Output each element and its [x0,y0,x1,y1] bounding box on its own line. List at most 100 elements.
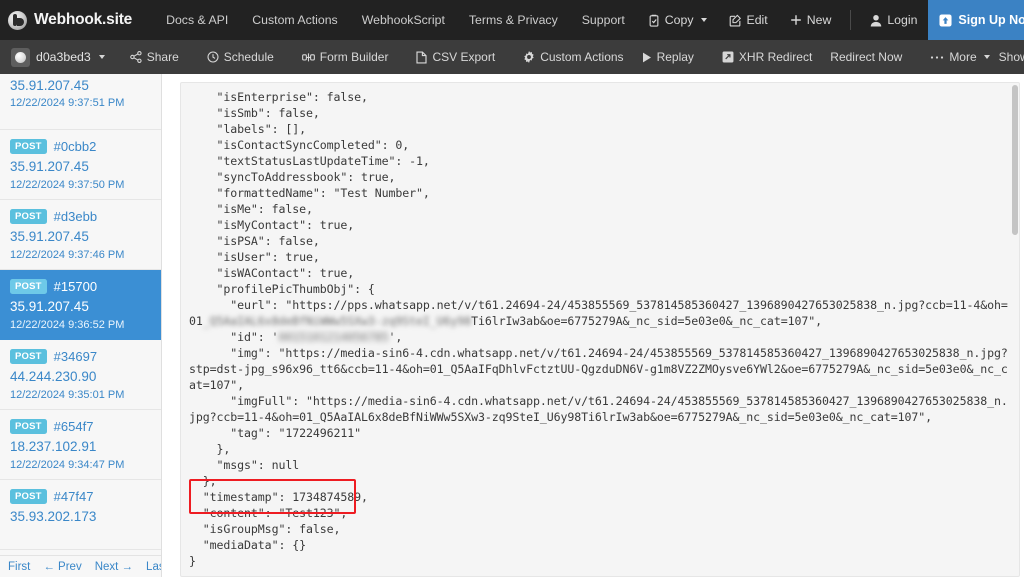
token-selector[interactable]: d0a3bed3 [8,45,111,70]
request-date: 12/22/2024 9:36:52 PM [10,318,125,331]
chevron-down-icon [700,18,707,22]
toolbar-share[interactable]: Share [121,45,188,69]
list-item[interactable]: POST #0cbb2 35.91.207.45 12/22/2024 9:37… [0,130,161,200]
request-content-panel: "isEnterprise": false, "isSmb": false, "… [162,74,1024,577]
upload-box-icon [939,13,952,27]
list-item[interactable]: POST #d3ebb 35.91.207.45 12/22/2024 9:37… [0,200,161,270]
request-id: #34697 [53,349,98,365]
show-in-button[interactable]: Show In [999,50,1024,64]
nav-link-webhookscript[interactable]: WebhookScript [350,7,457,33]
request-ip: 35.91.207.45 [10,159,89,175]
request-header: POST #47f47 [10,489,151,505]
request-header: POST #d3ebb [10,209,151,225]
toolbar-replay[interactable]: Replay [633,45,703,69]
top-navigation-bar: Webhook.site Docs & API Custom Actions W… [0,0,1024,40]
toolbar-csv-export-label: CSV Export [432,50,496,64]
toolbar-more[interactable]: More [921,45,998,69]
toolbar-custom-actions[interactable]: Custom Actions [514,45,632,69]
request-id: #0cbb2 [53,139,97,155]
list-item[interactable]: POST #34697 44.244.230.90 12/22/2024 9:3… [0,340,161,410]
nav-link-docs-api[interactable]: Docs & API [154,7,240,33]
clipboard-check-icon [648,14,660,27]
login-label: Login [887,13,918,27]
json-part-3: ', "img": "https://media-sin6-4.cdn.what… [189,330,1008,568]
request-id: #47f47 [53,489,94,505]
request-date: 12/22/2024 9:37:51 PM [10,97,125,110]
pagination-prev[interactable]: ← Prev [43,561,81,573]
edit-label: Edit [746,13,768,27]
ellipsis-icon [930,55,944,60]
toolbar-form-builder[interactable]: Form Builder [293,45,398,69]
token-label: d0a3bed3 [36,50,91,64]
edit-button[interactable]: Edit [718,7,779,33]
list-item[interactable]: POST #654f7 18.237.102.91 12/22/2024 9:3… [0,410,161,480]
toolbar-csv-export[interactable]: CSV Export [407,45,504,69]
toolbar-xhr-redirect[interactable]: XHR Redirect [713,45,821,69]
request-date: 12/22/2024 9:35:01 PM [10,388,125,401]
webhook-logo-icon [8,10,27,30]
toolbar-schedule-label: Schedule [223,50,274,64]
scrollbar-thumb[interactable] [1012,85,1018,235]
toolbar-form-builder-label: Form Builder [319,50,389,64]
request-date: 12/22/2024 9:37:50 PM [10,178,125,191]
gear-icon [523,51,535,63]
login-button[interactable]: Login [859,7,928,33]
vertical-scrollbar[interactable] [1011,83,1019,576]
nav-link-terms-privacy[interactable]: Terms & Privacy [457,7,570,33]
toolbar-replay-label: Replay [656,50,694,64]
nav-link-support[interactable]: Support [570,7,637,33]
file-icon [416,51,428,64]
form-builder-icon [301,52,315,63]
brand-name: Webhook.site [34,11,133,28]
nav-divider [850,10,852,30]
toolbar-redirect-now-label: Redirect Now [830,50,903,64]
toolbar-redirect-now[interactable]: Redirect Now [821,45,911,69]
requests-sidebar: 35.91.207.45 12/22/2024 9:37:51 PM POST … [0,74,162,577]
request-header: POST #34697 [10,349,151,365]
main-body: 35.91.207.45 12/22/2024 9:37:51 PM POST … [0,74,1024,577]
webhook-site-app: Webhook.site Docs & API Custom Actions W… [0,0,1024,577]
request-id: #15700 [53,279,98,295]
json-redacted-url-fragment: _Q5AaIAL6x8deBfNiWWw5SXw3-zq9SteI_U6y98 [202,314,472,328]
request-ip: 44.244.230.90 [10,369,97,385]
signup-button[interactable]: Sign Up Now [928,0,1024,40]
json-payload-viewer[interactable]: "isEnterprise": false, "isSmb": false, "… [180,82,1020,577]
requests-list: 35.91.207.45 12/22/2024 9:37:51 PM POST … [0,74,161,550]
request-ip: 35.91.207.45 [10,299,89,315]
method-badge: POST [10,489,47,505]
copy-button[interactable]: Copy [637,7,718,33]
nav-right-actions: Copy Edit New Login Sign Up No [637,0,1024,40]
nav-link-custom-actions[interactable]: Custom Actions [240,7,349,33]
play-icon [642,52,652,63]
list-item[interactable]: 35.91.207.45 12/22/2024 9:37:51 PM [0,74,161,130]
clock-icon [207,51,219,63]
method-badge: POST [10,209,47,225]
json-redacted-id: 0015101214056785 [278,330,389,344]
request-header: POST #0cbb2 [10,139,151,155]
token-dot-icon [11,47,30,67]
toolbar-more-label: More [949,50,977,64]
method-badge: POST [10,349,47,365]
share-nodes-icon [129,51,142,63]
toolbar-xhr-redirect-label: XHR Redirect [738,50,813,64]
copy-label: Copy [664,13,694,27]
new-button[interactable]: New [779,7,843,33]
chevron-down-icon [983,55,990,59]
request-ip: 18.237.102.91 [10,439,97,455]
request-date: 12/22/2024 9:34:47 PM [10,458,125,471]
toolbar-schedule[interactable]: Schedule [198,45,283,69]
toolbar-share-label: Share [146,50,179,64]
list-item-selected[interactable]: POST #15700 35.91.207.45 12/22/2024 9:36… [0,270,161,340]
request-header: POST #654f7 [10,419,151,435]
method-badge: POST [10,419,47,435]
secondary-toolbar: d0a3bed3 Share Schedule Form Builder CSV… [0,40,1024,74]
json-part-1: "isEnterprise": false, "isSmb": false, "… [189,90,1008,328]
pagination-last[interactable]: Last [146,561,161,573]
brand-logo-link[interactable]: Webhook.site [8,10,133,30]
pagination-next[interactable]: Next → [95,561,133,573]
request-ip: 35.93.202.173 [10,509,97,525]
list-item[interactable]: POST #47f47 35.93.202.173 [0,480,161,550]
request-header: POST #15700 [10,279,151,295]
method-badge: POST [10,139,47,155]
pagination-first[interactable]: First [8,561,30,573]
